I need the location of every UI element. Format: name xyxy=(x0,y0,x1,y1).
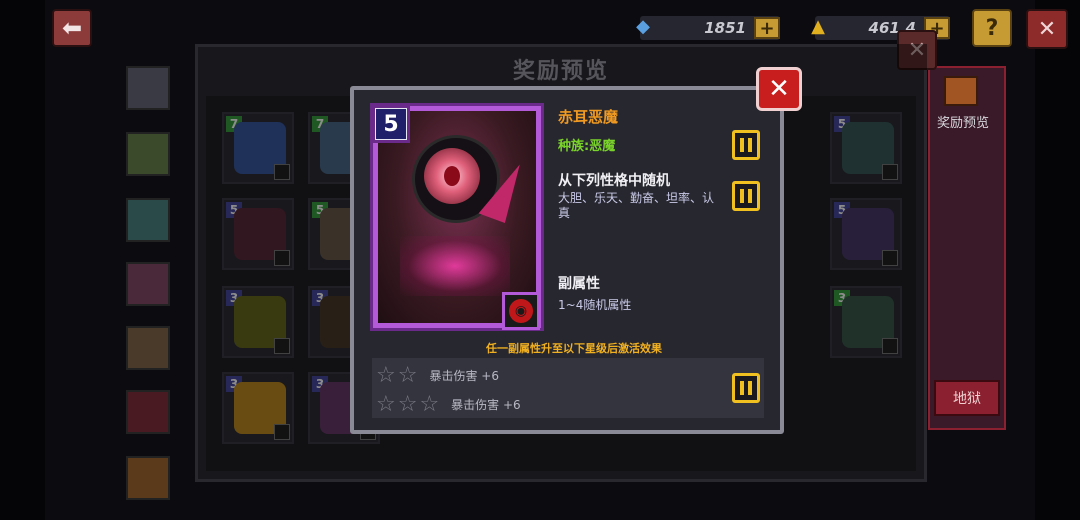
star-outline-icon: ☆☆ xyxy=(376,362,420,388)
info-icon xyxy=(740,189,744,203)
left-letterbox xyxy=(0,0,45,520)
popup-close-button[interactable]: ✕ xyxy=(756,67,802,111)
info-icon xyxy=(740,138,744,152)
card-star-value: 5 xyxy=(376,109,406,139)
card-star-level: 5 xyxy=(372,105,410,143)
chest-icon xyxy=(944,76,978,106)
info-icon xyxy=(748,381,752,395)
category-orange[interactable] xyxy=(126,326,170,370)
star-outline-icon: ☆☆☆ xyxy=(376,391,442,417)
demon-eye-pupil xyxy=(444,166,460,186)
sub-attribute-title: 副属性 xyxy=(558,276,600,292)
race-info-button[interactable] xyxy=(732,130,760,160)
personality-values: 大胆、乐天、勤奋、坦率、认真 xyxy=(558,191,715,220)
personality-info-button[interactable] xyxy=(732,181,760,211)
gem-count: 1851 xyxy=(704,19,746,37)
category-red[interactable] xyxy=(126,390,170,434)
card-race: 种族:恶魔 xyxy=(558,139,616,154)
category-teal[interactable] xyxy=(126,198,170,242)
info-icon xyxy=(748,138,752,152)
top-close-button[interactable]: ✕ xyxy=(1026,9,1068,49)
bonus-row: ☆☆☆ 暴击伤害 +6 xyxy=(376,391,521,417)
info-icon xyxy=(748,189,752,203)
category-green[interactable] xyxy=(126,132,170,176)
gem-counter: ◆ 1851 + xyxy=(636,16,780,40)
gem-icon: ◆ xyxy=(636,15,650,37)
category-demon[interactable] xyxy=(126,456,170,500)
card-glow xyxy=(400,236,510,296)
bonus-row: ☆☆ 暴击伤害 +6 xyxy=(376,362,499,388)
back-arrow-icon: ⬅ xyxy=(61,14,83,42)
demon-class-icon: ◉ xyxy=(502,292,540,330)
side-reward-panel: 奖励预览 xyxy=(928,66,1006,430)
category-pink[interactable] xyxy=(126,262,170,306)
bonus-info-button[interactable] xyxy=(732,373,760,403)
info-icon xyxy=(740,381,744,395)
bonus-text: 暴击伤害 +6 xyxy=(429,368,499,383)
sub-attribute-value: 1~4随机属性 xyxy=(558,298,632,312)
help-button[interactable]: ? xyxy=(972,9,1012,47)
gem-add-button[interactable]: + xyxy=(754,17,780,39)
gold-icon: ▲ xyxy=(811,15,825,37)
right-letterbox xyxy=(1035,0,1080,520)
bonus-text: 暴击伤害 +6 xyxy=(451,397,521,412)
back-button[interactable]: ⬅ xyxy=(52,9,92,47)
hell-button[interactable]: 地狱 xyxy=(934,380,1000,416)
personality-title: 从下列性格中随机 xyxy=(558,173,670,189)
card-name: 赤耳恶魔 xyxy=(558,108,619,126)
class-emblem: ◉ xyxy=(509,299,533,323)
activation-note: 任一副属性升至以下星级后激活效果 xyxy=(486,342,662,355)
category-skull[interactable] xyxy=(126,66,170,110)
side-reward-preview-label[interactable]: 奖励预览 xyxy=(932,112,994,131)
